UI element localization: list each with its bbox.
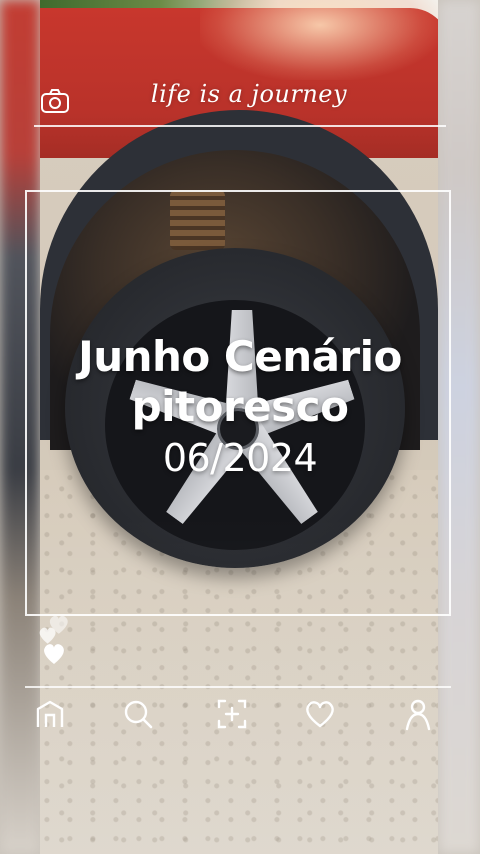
heart-icon [44,644,64,664]
photo-frame: Junho Cenário pitoresco 06/2024 [25,190,451,616]
headline-line-1: Junho Cenário [78,332,402,381]
home-icon[interactable] [33,697,67,731]
header-title: life is a journey [150,80,348,108]
headline-line-2: pitoresco [131,382,349,431]
date-label: 06/2024 [162,436,318,480]
frame-caption: Junho Cenário pitoresco 06/2024 [27,332,453,480]
top-bar: life is a journey [34,78,446,126]
add-icon[interactable] [215,697,249,731]
nav-divider [25,686,451,688]
bottom-nav [25,697,451,737]
like-hearts[interactable] [38,612,78,668]
camera-icon[interactable] [40,88,70,114]
profile-icon[interactable] [401,697,435,731]
screen: life is a journey Junho Cenário pitoresc… [0,0,480,854]
header-divider [34,125,446,127]
search-icon[interactable] [121,697,155,731]
heart-outline-icon[interactable] [303,697,337,731]
